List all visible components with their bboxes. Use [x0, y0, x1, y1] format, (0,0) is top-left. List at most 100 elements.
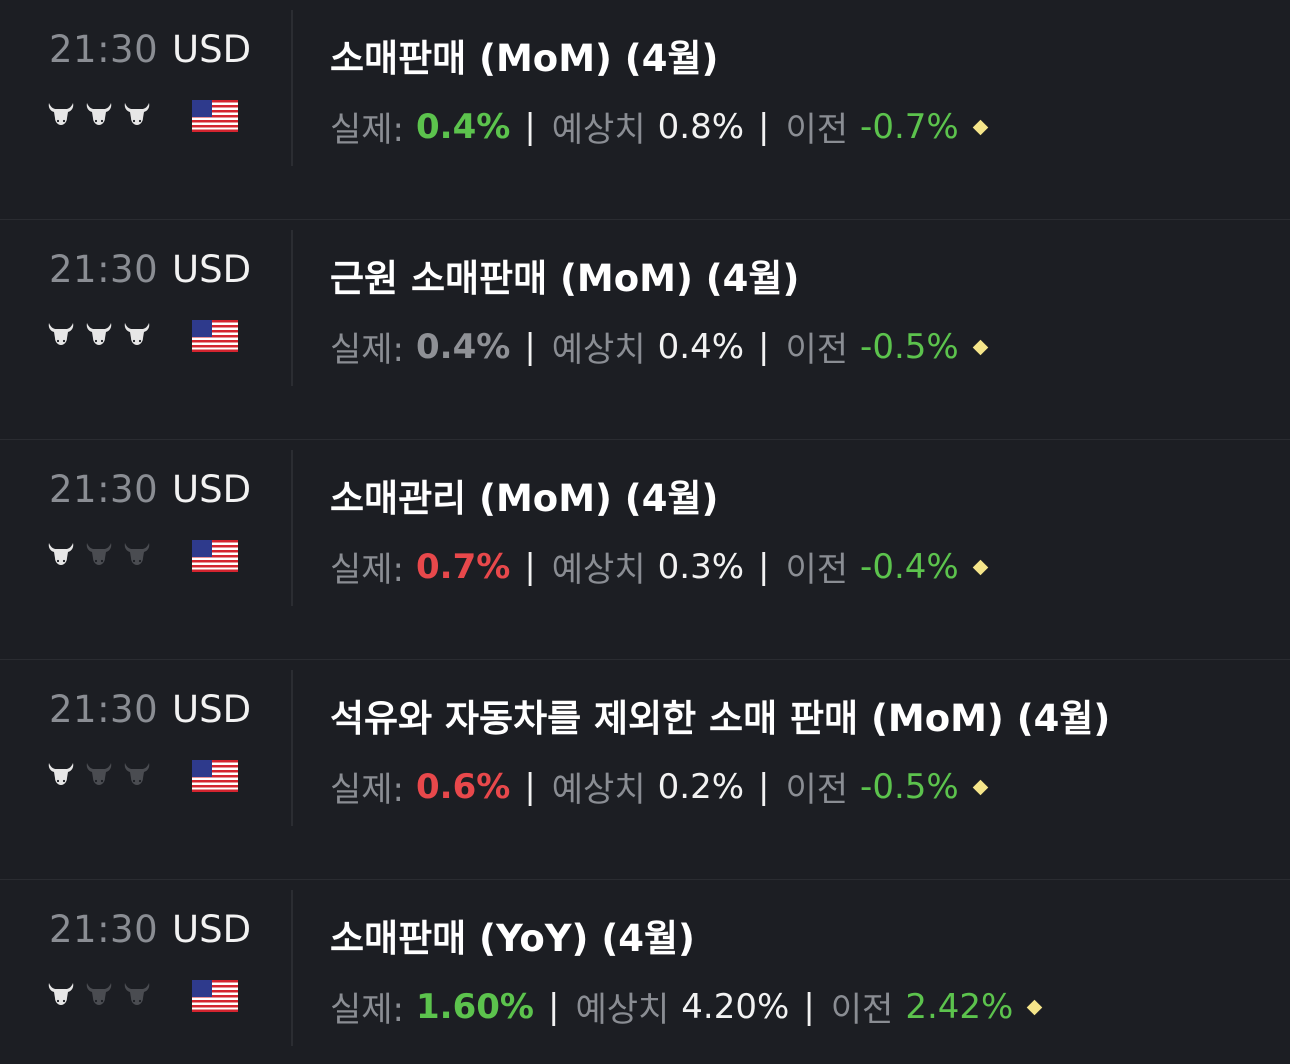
- importance-rating: [46, 538, 152, 568]
- column-divider: [291, 230, 293, 386]
- event-row[interactable]: 21:30 USD 소매판매 (MoM) (4월) 실제: 0.4% | 예상치…: [0, 0, 1290, 220]
- event-time: 21:30: [49, 688, 159, 731]
- event-row[interactable]: 21:30 USD 근원 소매판매 (MoM) (4월) 실제: 0.4% | …: [0, 220, 1290, 440]
- bull-icon: [86, 763, 112, 785]
- previous-label: 이전: [785, 550, 849, 590]
- event-title: 소매판매 (YoY) (4월): [330, 917, 695, 960]
- forecast-label: 예상치: [551, 110, 646, 150]
- event-time: 21:30: [49, 468, 159, 511]
- diamond-icon: [972, 119, 988, 136]
- event-currency: USD: [172, 248, 252, 291]
- separator: |: [758, 326, 770, 367]
- us-flag-icon: [192, 980, 238, 1012]
- forecast-value: 0.4%: [657, 326, 745, 367]
- event-title: 석유와 자동차를 제외한 소매 판매 (MoM) (4월): [330, 697, 1111, 740]
- previous-label: 이전: [830, 990, 894, 1030]
- event-currency: USD: [172, 688, 252, 731]
- diamond-icon: [1027, 999, 1043, 1016]
- column-divider: [291, 10, 293, 166]
- importance-rating: [46, 98, 152, 128]
- separator: |: [524, 326, 536, 367]
- bull-icon: [48, 763, 74, 785]
- separator: |: [758, 766, 770, 807]
- event-stats: 실제: 0.7% | 예상치 0.3% | 이전 -0.4%: [330, 542, 988, 591]
- event-title: 소매관리 (MoM) (4월): [330, 477, 719, 520]
- event-currency: USD: [172, 28, 252, 71]
- us-flag-icon: [192, 320, 238, 352]
- actual-label: 실제:: [330, 110, 405, 150]
- separator: |: [524, 546, 536, 587]
- event-row[interactable]: 21:30 USD 소매판매 (YoY) (4월) 실제: 1.60% | 예상…: [0, 880, 1290, 1064]
- importance-rating: [46, 318, 152, 348]
- actual-value: 0.6%: [416, 766, 511, 807]
- forecast-value: 0.3%: [657, 546, 745, 587]
- forecast-value: 4.20%: [681, 986, 790, 1027]
- bull-icon: [124, 323, 150, 345]
- bull-icon: [124, 543, 150, 565]
- us-flag-icon: [192, 760, 238, 792]
- actual-value: 0.4%: [416, 326, 511, 367]
- bull-icon: [48, 543, 74, 565]
- actual-value: 0.7%: [416, 546, 511, 587]
- actual-value: 0.4%: [416, 106, 511, 147]
- forecast-label: 예상치: [575, 990, 670, 1030]
- column-divider: [291, 890, 293, 1046]
- event-meta: 21:30 USD: [0, 880, 292, 1064]
- event-meta: 21:30 USD: [0, 660, 292, 879]
- bull-icon: [86, 323, 112, 345]
- forecast-value: 0.2%: [657, 766, 745, 807]
- us-flag-icon: [192, 100, 238, 132]
- bull-icon: [124, 983, 150, 1005]
- bull-icon: [48, 983, 74, 1005]
- forecast-label: 예상치: [551, 330, 646, 370]
- diamond-icon: [972, 559, 988, 576]
- event-meta: 21:30 USD: [0, 440, 292, 659]
- column-divider: [291, 450, 293, 606]
- bull-icon: [86, 543, 112, 565]
- forecast-label: 예상치: [551, 550, 646, 590]
- event-stats: 실제: 1.60% | 예상치 4.20% | 이전 2.42%: [330, 982, 1043, 1031]
- importance-rating: [46, 758, 152, 788]
- bull-icon: [48, 103, 74, 125]
- event-meta: 21:30 USD: [0, 0, 292, 219]
- event-title: 근원 소매판매 (MoM) (4월): [330, 257, 800, 300]
- forecast-value: 0.8%: [657, 106, 745, 147]
- previous-label: 이전: [785, 330, 849, 370]
- separator: |: [524, 106, 536, 147]
- event-meta: 21:30 USD: [0, 220, 292, 439]
- event-stats: 실제: 0.4% | 예상치 0.4% | 이전 -0.5%: [330, 322, 988, 371]
- event-row[interactable]: 21:30 USD 소매관리 (MoM) (4월) 실제: 0.7% | 예상치…: [0, 440, 1290, 660]
- event-time: 21:30: [49, 248, 159, 291]
- event-time: 21:30: [49, 908, 159, 951]
- us-flag-icon: [192, 540, 238, 572]
- event-time: 21:30: [49, 28, 159, 71]
- actual-label: 실제:: [330, 770, 405, 810]
- separator: |: [803, 986, 815, 1027]
- separator: |: [524, 766, 536, 807]
- previous-value: -0.7%: [860, 106, 959, 147]
- actual-value: 1.60%: [416, 986, 534, 1027]
- bull-icon: [48, 323, 74, 345]
- actual-label: 실제:: [330, 330, 405, 370]
- actual-label: 실제:: [330, 550, 405, 590]
- actual-label: 실제:: [330, 990, 405, 1030]
- diamond-icon: [972, 339, 988, 356]
- previous-label: 이전: [785, 110, 849, 150]
- previous-label: 이전: [785, 770, 849, 810]
- bull-icon: [124, 763, 150, 785]
- bull-icon: [124, 103, 150, 125]
- previous-value: -0.5%: [860, 766, 959, 807]
- separator: |: [547, 986, 560, 1027]
- event-row[interactable]: 21:30 USD 석유와 자동차를 제외한 소매 판매 (MoM) (4월) …: [0, 660, 1290, 880]
- event-stats: 실제: 0.4% | 예상치 0.8% | 이전 -0.7%: [330, 102, 988, 151]
- event-title: 소매판매 (MoM) (4월): [330, 37, 719, 80]
- bull-icon: [86, 103, 112, 125]
- economic-calendar-list: 21:30 USD 소매판매 (MoM) (4월) 실제: 0.4% | 예상치…: [0, 0, 1290, 1064]
- importance-rating: [46, 978, 152, 1008]
- event-currency: USD: [172, 908, 252, 951]
- separator: |: [758, 546, 770, 587]
- previous-value: -0.4%: [860, 546, 959, 587]
- previous-value: -0.5%: [860, 326, 959, 367]
- diamond-icon: [972, 779, 988, 796]
- separator: |: [758, 106, 770, 147]
